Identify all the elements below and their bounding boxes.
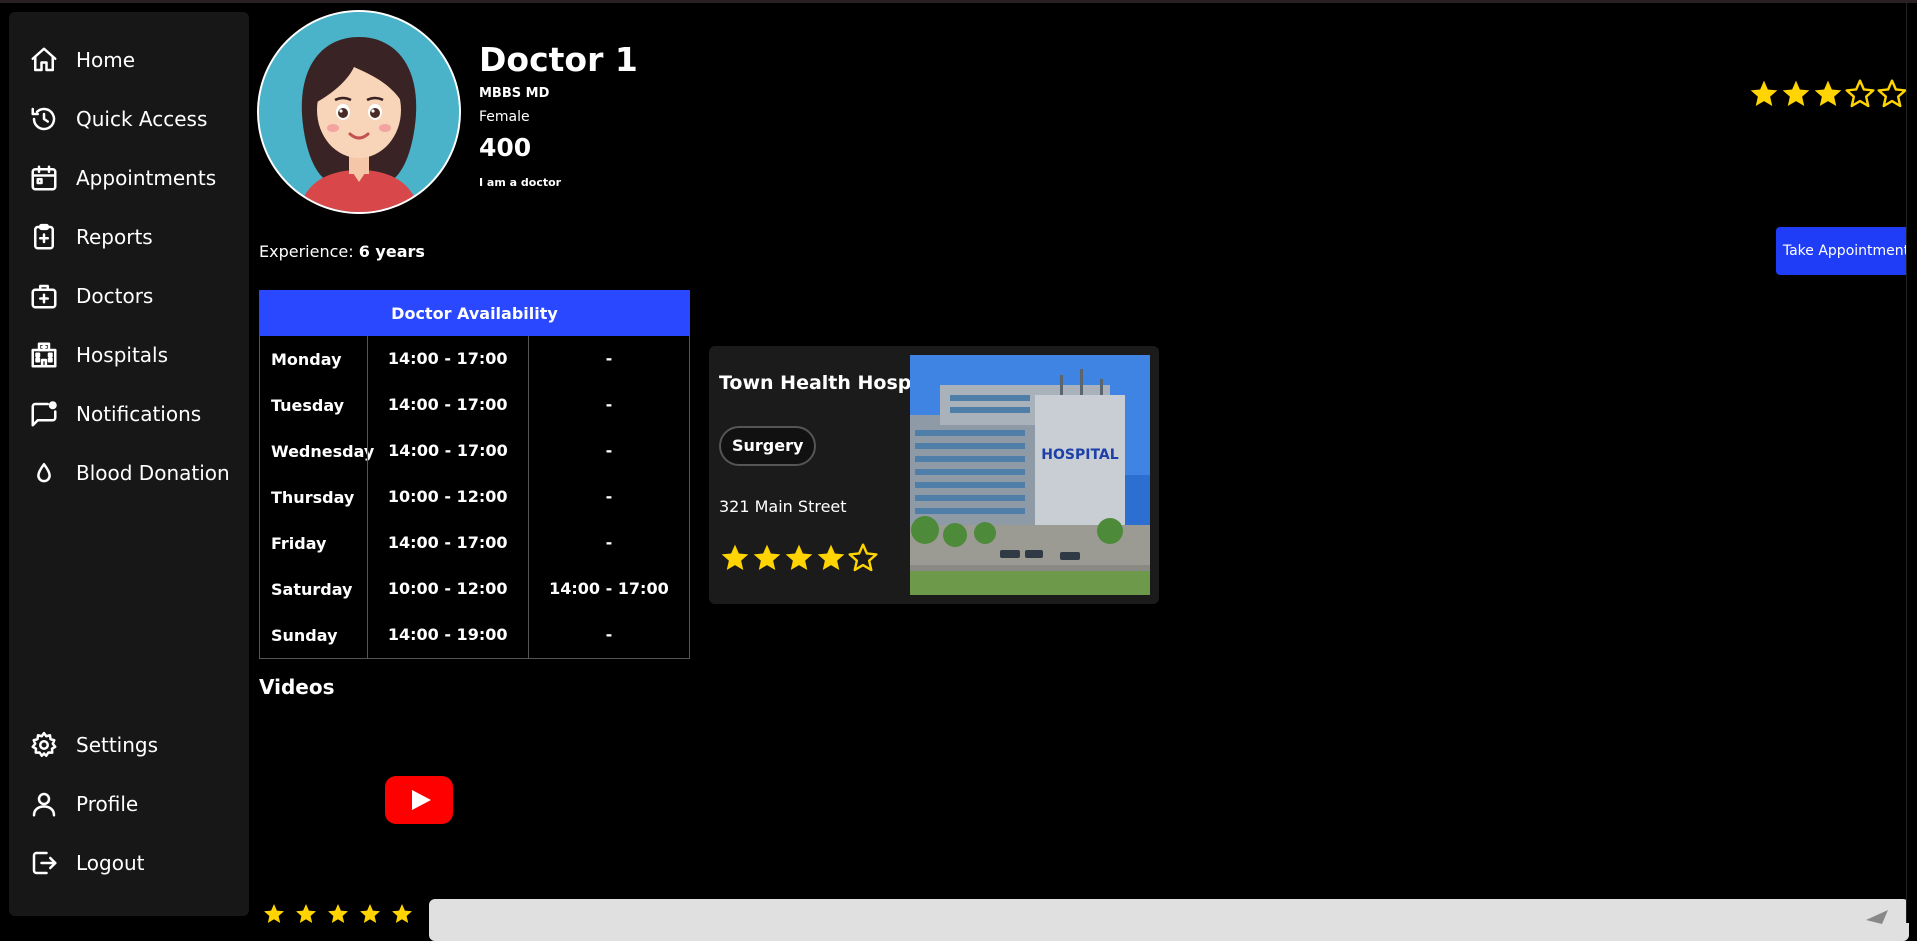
sidebar-item-home[interactable]: Home [9,32,249,88]
availability-slot-1: 14:00 - 17:00 [366,520,528,566]
availability-slot-2: - [527,474,689,520]
doctor-degree: MBBS MD [479,86,550,101]
doctor-bio: I am a doctor [479,176,562,189]
star-filled-icon [783,542,815,578]
star-empty-icon [1876,78,1908,112]
window-top-border [0,0,1917,3]
availability-day: Saturday [271,579,353,599]
hospital-building-icon [29,340,59,370]
sidebar-item-label: Hospitals [76,343,169,367]
availability-slot-2: - [527,520,689,566]
sidebar-item-label: Reports [76,225,153,249]
availability-row: Monday 14:00 - 17:00- [260,336,689,382]
doctor-availability-table: Doctor Availability Monday 14:00 - 17:00-… [259,290,690,659]
star-empty-icon [847,542,879,578]
doctor-experience: Experience: 6 years [259,242,425,261]
logout-icon [29,848,59,878]
availability-day: Thursday [271,487,355,507]
availability-slot-1: 10:00 - 12:00 [366,474,528,520]
availability-slot-1: 14:00 - 17:00 [366,382,528,428]
availability-day: Sunday [271,625,338,645]
sidebar-item-reports[interactable]: Reports [9,209,249,265]
hospital-address: 321 Main Street [719,497,847,516]
availability-title: Doctor Availability [259,290,690,336]
doctor-gender: Female [479,109,530,125]
gear-icon [29,730,59,760]
medical-bag-icon [29,281,59,311]
sidebar-item-label: Doctors [76,284,154,308]
sidebar-item-label: Home [76,48,136,72]
hospital-image: HOSPITAL [910,355,1150,595]
doctor-avatar [259,12,459,212]
availability-row: Wednesday 14:00 - 17:00- [260,428,689,474]
sidebar-item-label: Notifications [76,402,202,426]
availability-row: Thursday 10:00 - 12:00- [260,474,689,520]
sidebar-item-logout[interactable]: Logout [9,835,249,891]
availability-slot-1: 14:00 - 19:00 [366,612,528,658]
availability-slot-1: 14:00 - 17:00 [366,336,528,382]
sidebar-item-doctors[interactable]: Doctors [9,268,249,324]
availability-day: Monday [271,349,342,369]
availability-slot-2: - [527,382,689,428]
send-icon[interactable] [1864,906,1890,926]
sidebar-item-label: Appointments [76,166,217,190]
star-filled-icon [1812,78,1844,112]
star-filled-icon [815,542,847,578]
sidebar-item-label: Profile [76,792,139,816]
sidebar-item-profile[interactable]: Profile [9,776,249,832]
availability-slot-2: - [528,428,689,474]
history-icon [29,104,59,134]
sidebar-item-appointments[interactable]: Appointments [9,150,249,206]
hospital-card[interactable]: Town Health Hospital Surgery 321 Main St… [709,346,1159,604]
hospital-sign-text: HOSPITAL [1041,447,1118,463]
availability-slot-2: - [527,336,689,382]
star-empty-icon [1844,78,1876,112]
star-filled-icon [1780,78,1812,112]
sidebar-item-label: Settings [76,733,159,757]
sidebar-item-quick-access[interactable]: Quick Access [9,91,249,147]
hospital-rating [719,542,879,578]
availability-row: Sunday 14:00 - 19:00- [260,612,689,658]
availability-day: Friday [271,533,327,553]
sidebar-item-label: Logout [76,851,145,875]
hospital-department-chip: Surgery [719,426,817,466]
star-filled-icon [719,542,751,578]
videos-heading: Videos [259,675,335,699]
availability-slot-1: 10:00 - 12:00 [366,566,528,612]
sidebar-item-blood-donation[interactable]: Blood Donation [9,445,249,501]
availability-slot-2: 14:00 - 17:00 [527,566,689,612]
sidebar-item-hospitals[interactable]: Hospitals [9,327,249,383]
notification-icon [29,399,59,429]
clipboard-icon [29,222,59,252]
experience-label: Experience: [259,242,354,261]
take-appointment-button[interactable]: Take Appointment [1776,227,1916,275]
availability-day: Wednesday [271,441,375,461]
availability-rows: Monday 14:00 - 17:00- Tuesday 14:00 - 17:00… [259,336,690,659]
availability-row: Friday 14:00 - 17:00- [260,520,689,566]
availability-row: Saturday 10:00 - 12:00 14:00 - 17:00 [260,566,689,612]
sidebar-item-label: Blood Donation [76,461,230,485]
availability-row: Tuesday 14:00 - 17:00- [260,382,689,428]
youtube-play-icon[interactable] [385,776,453,824]
sidebar-item-notifications[interactable]: Notifications [9,386,249,442]
calendar-icon [29,163,59,193]
sidebar-item-settings[interactable]: Settings [9,717,249,773]
availability-day: Tuesday [271,395,345,415]
review-comment-input[interactable] [429,899,1909,941]
experience-value: 6 years [358,242,425,261]
availability-slot-2: - [527,612,689,658]
home-icon [29,45,59,75]
star-filled-icon [751,542,783,578]
doctor-name: Doctor 1 [479,40,638,79]
availability-slot-1: 14:00 - 17:00 [367,428,528,474]
blood-drop-icon [29,458,59,488]
doctor-rating [1748,78,1908,112]
sidebar: Home Quick Access Appointments Reports D… [9,12,249,916]
page-scrollbar[interactable] [1906,3,1917,923]
doctor-fee: 400 [479,133,532,162]
sidebar-item-label: Quick Access [76,107,208,131]
user-icon [29,789,59,819]
star-filled-icon [1748,78,1780,112]
